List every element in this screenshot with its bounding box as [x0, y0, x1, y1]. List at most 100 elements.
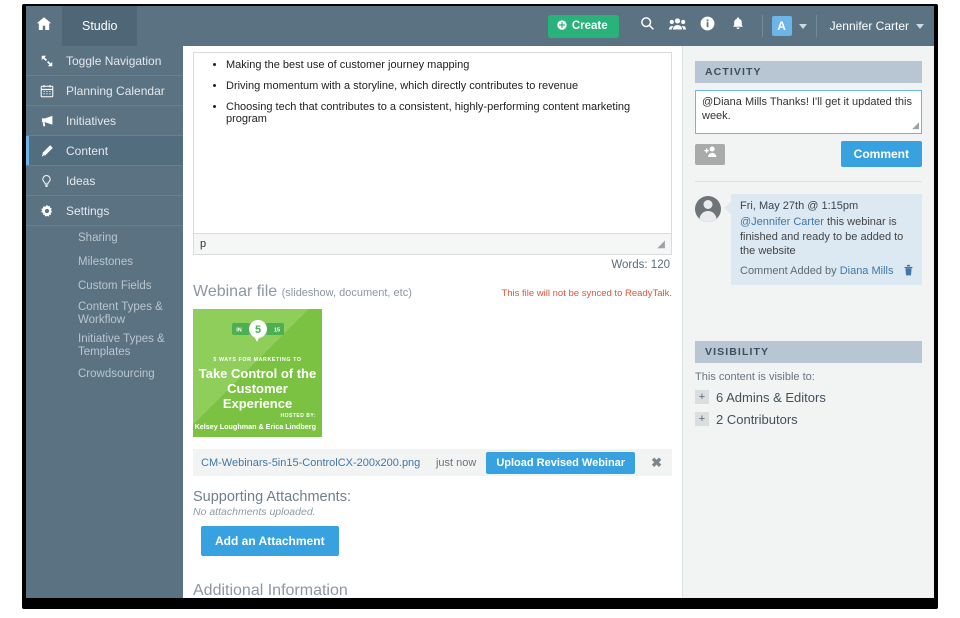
word-count: Words: 120: [183, 259, 670, 271]
svg-text:15: 15: [273, 327, 279, 333]
sidebar-subitem-milestones[interactable]: Milestones: [26, 250, 183, 274]
rich-text-editor[interactable]: Making the best use of customer journey …: [193, 52, 672, 233]
editor-element-path[interactable]: p: [200, 238, 206, 250]
sidebar-subitem-custom-fields[interactable]: Custom Fields: [26, 274, 183, 298]
visibility-group-admins-editors[interactable]: + 6 Admins & Editors: [695, 390, 922, 405]
webinar-thumbnail-wrapper[interactable]: IN 15 5 5 WAYS FOR MARKETING TO Take Con…: [193, 309, 672, 437]
editor-bullet: Choosing tech that contributes to a cons…: [226, 101, 661, 125]
plus-circle-icon: [557, 20, 567, 33]
uploaded-file-time: just now: [436, 457, 476, 469]
topbar-spacer: [137, 6, 547, 46]
webinar-file-title-main: Webinar file: [193, 283, 277, 300]
activity-panel-heading: ACTIVITY: [695, 61, 922, 83]
sidebar-sublabel-crowdsourcing: Crowdsourcing: [78, 368, 155, 381]
expand-plus-icon[interactable]: +: [695, 412, 709, 426]
sidebar-subitem-content-types-workflow[interactable]: Content Types & Workflow: [26, 298, 183, 330]
supporting-attachments-title: Supporting Attachments:: [193, 489, 672, 505]
sidebar-item-toggle-navigation[interactable]: Toggle Navigation: [26, 46, 183, 76]
app-viewport: Studio Create: [26, 6, 934, 598]
activity-footer-text: Comment Added by Diana Mills: [740, 265, 893, 277]
create-button-label: Create: [572, 20, 608, 32]
activity-entry: Fri, May 27th @ 1:15pm @Jennifer Carter …: [695, 194, 922, 285]
trash-icon[interactable]: [903, 264, 914, 279]
collapse-arrows-icon: [40, 54, 66, 68]
gear-icon: [40, 204, 66, 218]
uploaded-file-row: CM-Webinars-5in15-ControlCX-200x200.png …: [193, 449, 672, 476]
comment-resize-handle[interactable]: ◢: [912, 118, 919, 132]
activity-text: @Jennifer Carter this webinar is finishe…: [740, 215, 914, 259]
sidebar: Toggle Navigation Planning Calendar: [26, 46, 183, 598]
webinar-file-title: Webinar file (slideshow, document, etc): [193, 283, 412, 301]
activity-timestamp: Fri, May 27th @ 1:15pm: [740, 200, 914, 212]
app-switcher-badge[interactable]: A: [772, 16, 792, 36]
calendar-icon: [40, 84, 66, 98]
sidebar-subitem-sharing[interactable]: Sharing: [26, 226, 183, 250]
in5in15-logo-icon: IN 15 5: [230, 319, 286, 349]
toolbar-divider: [762, 15, 763, 37]
thumbnail-hosted-label: HOSTED BY:: [281, 413, 316, 419]
visibility-note: This content is visible to:: [695, 371, 922, 383]
right-rail: ACTIVITY @Diana Mills Thanks! I'll get i…: [682, 46, 934, 598]
sidebar-item-initiatives[interactable]: Initiatives: [26, 106, 183, 136]
sidebar-label-ideas: Ideas: [66, 174, 95, 188]
studio-tab-label: Studio: [82, 19, 117, 33]
mention-user-button[interactable]: [695, 144, 725, 165]
activity-footer-prefix: Comment Added by: [740, 265, 837, 277]
comment-input[interactable]: @Diana Mills Thanks! I'll get it updated…: [695, 90, 922, 134]
sidebar-label-settings: Settings: [66, 204, 109, 218]
sidebar-item-settings[interactable]: Settings: [26, 196, 183, 226]
rail-divider: [695, 181, 922, 182]
sidebar-sublabel-initiative-types-templates: Initiative Types & Templates: [78, 333, 175, 359]
home-button[interactable]: [26, 6, 62, 46]
user-menu-chevron-down-icon: [916, 24, 924, 29]
create-button[interactable]: Create: [548, 15, 619, 38]
pencil-icon: [40, 144, 66, 158]
visibility-group-contributors[interactable]: + 2 Contributors: [695, 412, 922, 427]
expand-plus-icon[interactable]: +: [695, 390, 709, 404]
thumbnail-headline: Take Control of the Customer Experience: [193, 366, 322, 411]
uploaded-file-name[interactable]: CM-Webinars-5in15-ControlCX-200x200.png: [201, 457, 426, 469]
sidebar-subitem-initiative-types-templates[interactable]: Initiative Types & Templates: [26, 330, 183, 362]
activity-author[interactable]: Diana Mills: [840, 265, 894, 277]
top-navigation-bar: Studio Create: [26, 6, 934, 46]
sidebar-subitem-crowdsourcing[interactable]: Crowdsourcing: [26, 362, 183, 386]
search-icon: [640, 16, 655, 36]
topbar-actions: Create: [548, 6, 934, 46]
people-icon: [669, 17, 686, 36]
add-person-icon: [703, 145, 718, 163]
app-switcher-chevron-down-icon[interactable]: [799, 24, 807, 29]
user-menu[interactable]: Jennifer Carter: [826, 19, 924, 33]
visibility-panel-heading: VISIBILITY: [695, 341, 922, 363]
activity-bubble: Fri, May 27th @ 1:15pm @Jennifer Carter …: [731, 194, 922, 285]
info-icon: [700, 16, 715, 36]
people-button[interactable]: [663, 6, 693, 46]
editor-bullet: Driving momentum with a storyline, which…: [226, 80, 661, 92]
editor-resize-handle[interactable]: ◢: [657, 239, 665, 250]
add-attachment-button[interactable]: Add an Attachment: [201, 526, 339, 556]
sidebar-label-toggle-navigation: Toggle Navigation: [66, 54, 161, 68]
additional-information-title: Additional Information: [193, 582, 672, 598]
no-attachments-text: No attachments uploaded.: [193, 506, 672, 518]
sidebar-label-content: Content: [66, 144, 108, 158]
notifications-button[interactable]: [723, 6, 753, 46]
tab-studio[interactable]: Studio: [62, 6, 137, 46]
sidebar-item-ideas[interactable]: Ideas: [26, 166, 183, 196]
sidebar-label-initiatives: Initiatives: [66, 114, 116, 128]
editor-status-bar: p ◢: [193, 233, 672, 255]
visibility-group-label: 2 Contributors: [716, 412, 798, 427]
visibility-group-label: 6 Admins & Editors: [716, 390, 826, 405]
upload-revised-webinar-button[interactable]: Upload Revised Webinar: [486, 452, 635, 474]
remove-file-close-icon[interactable]: ✖: [645, 455, 668, 471]
sidebar-item-content[interactable]: Content: [26, 136, 183, 166]
activity-mention[interactable]: @Jennifer Carter: [740, 216, 824, 228]
sidebar-sublabel-content-types-workflow: Content Types & Workflow: [78, 301, 175, 327]
submit-comment-button[interactable]: Comment: [841, 141, 922, 167]
home-icon: [36, 16, 52, 37]
webinar-file-section-header: Webinar file (slideshow, document, etc) …: [193, 283, 672, 301]
comment-input-value: @Diana Mills Thanks! I'll get it updated…: [702, 96, 912, 122]
sidebar-item-planning-calendar[interactable]: Planning Calendar: [26, 76, 183, 106]
search-button[interactable]: [633, 6, 663, 46]
info-button[interactable]: [693, 6, 723, 46]
comment-action-row: Comment: [695, 141, 922, 167]
username-label: Jennifer Carter: [830, 19, 909, 33]
